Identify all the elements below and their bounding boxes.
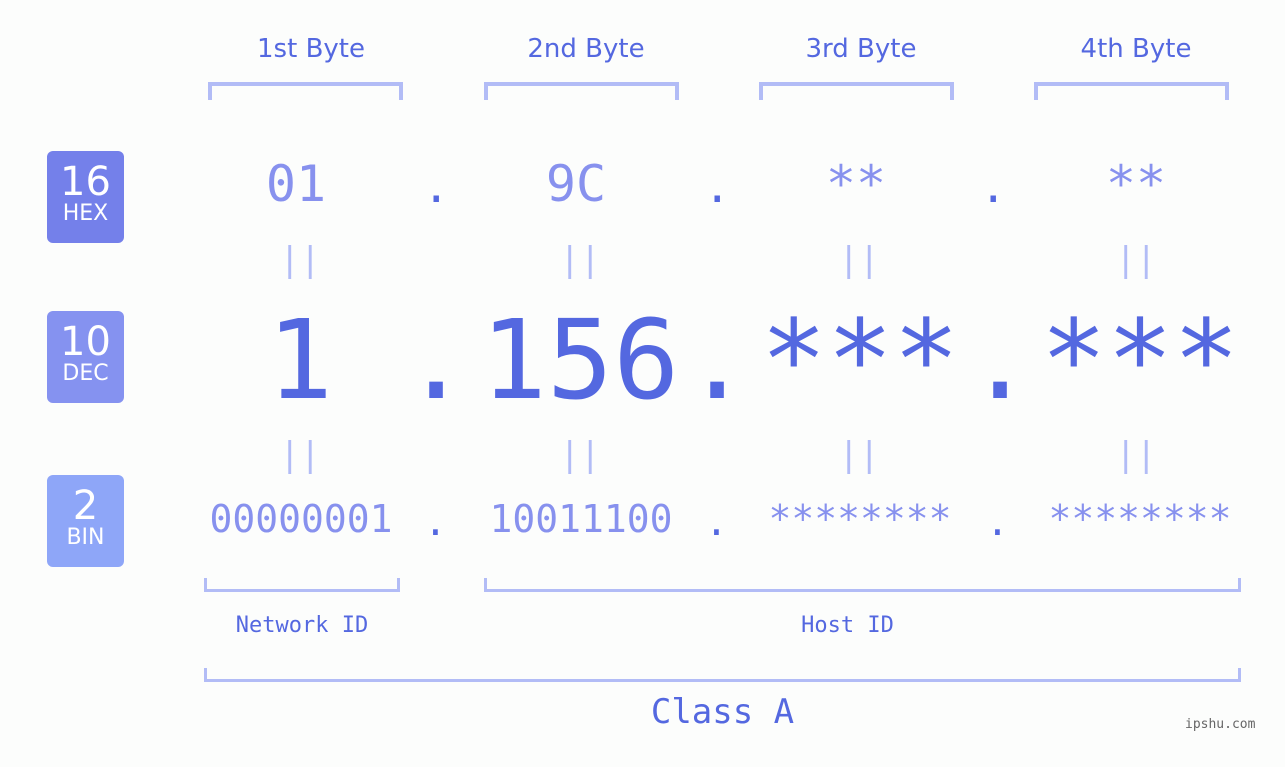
dec-dot-2: . <box>684 296 751 424</box>
hex-label: HEX <box>62 201 109 226</box>
hex-dot-3: . <box>980 162 1007 213</box>
equals-sign: || <box>279 240 321 280</box>
bracket-byte-4 <box>1034 82 1229 100</box>
bin-dot-3: . <box>986 500 1009 544</box>
class-bracket <box>204 668 1241 682</box>
bin-label: BIN <box>66 525 105 550</box>
equals-sign: || <box>559 240 601 280</box>
bin-byte-4: ******** <box>1048 497 1232 541</box>
hex-byte-4: ** <box>1105 155 1167 213</box>
dec-byte-1: 1 <box>266 296 334 424</box>
watermark: ipshu.com <box>1185 717 1256 732</box>
hex-byte-1: 01 <box>265 155 327 213</box>
bin-dot-1: . <box>424 500 447 544</box>
header-byte-1: 1st Byte <box>257 34 365 64</box>
bracket-byte-3 <box>759 82 954 100</box>
class-label: Class A <box>650 692 795 732</box>
network-bracket <box>204 578 400 592</box>
dec-dot-3: . <box>967 296 1034 424</box>
equals-sign: || <box>838 435 880 475</box>
dec-byte-4: *** <box>1040 296 1240 424</box>
equals-sign: || <box>559 435 601 475</box>
dec-byte-2: 156 <box>480 296 680 424</box>
header-byte-3: 3rd Byte <box>805 34 917 64</box>
hex-badge: 16 HEX <box>47 151 124 243</box>
dec-badge: 10 DEC <box>47 311 124 403</box>
bin-byte-3: ******** <box>768 497 952 541</box>
bin-dot-2: . <box>705 500 728 544</box>
dec-label: DEC <box>62 361 109 386</box>
hex-byte-2: 9C <box>545 155 607 213</box>
bin-byte-2: 10011100 <box>489 497 673 541</box>
dec-dot-1: . <box>403 296 470 424</box>
bracket-byte-1 <box>208 82 403 100</box>
equals-sign: || <box>1115 435 1157 475</box>
hex-dot-2: . <box>704 162 731 213</box>
equals-sign: || <box>1115 240 1157 280</box>
hex-dot-1: . <box>423 162 450 213</box>
host-id-label: Host ID <box>801 613 894 638</box>
bin-byte-1: 00000001 <box>209 497 393 541</box>
hex-byte-3: ** <box>825 155 887 213</box>
hex-base: 16 <box>60 159 111 205</box>
host-bracket <box>484 578 1241 592</box>
network-id-label: Network ID <box>235 613 369 638</box>
equals-sign: || <box>838 240 880 280</box>
bin-base: 2 <box>72 483 99 529</box>
header-byte-4: 4th Byte <box>1080 34 1192 64</box>
header-byte-2: 2nd Byte <box>527 34 645 64</box>
bin-badge: 2 BIN <box>47 475 124 567</box>
dec-byte-3: *** <box>760 296 960 424</box>
equals-sign: || <box>279 435 321 475</box>
bracket-byte-2 <box>484 82 679 100</box>
dec-base: 10 <box>60 319 111 365</box>
